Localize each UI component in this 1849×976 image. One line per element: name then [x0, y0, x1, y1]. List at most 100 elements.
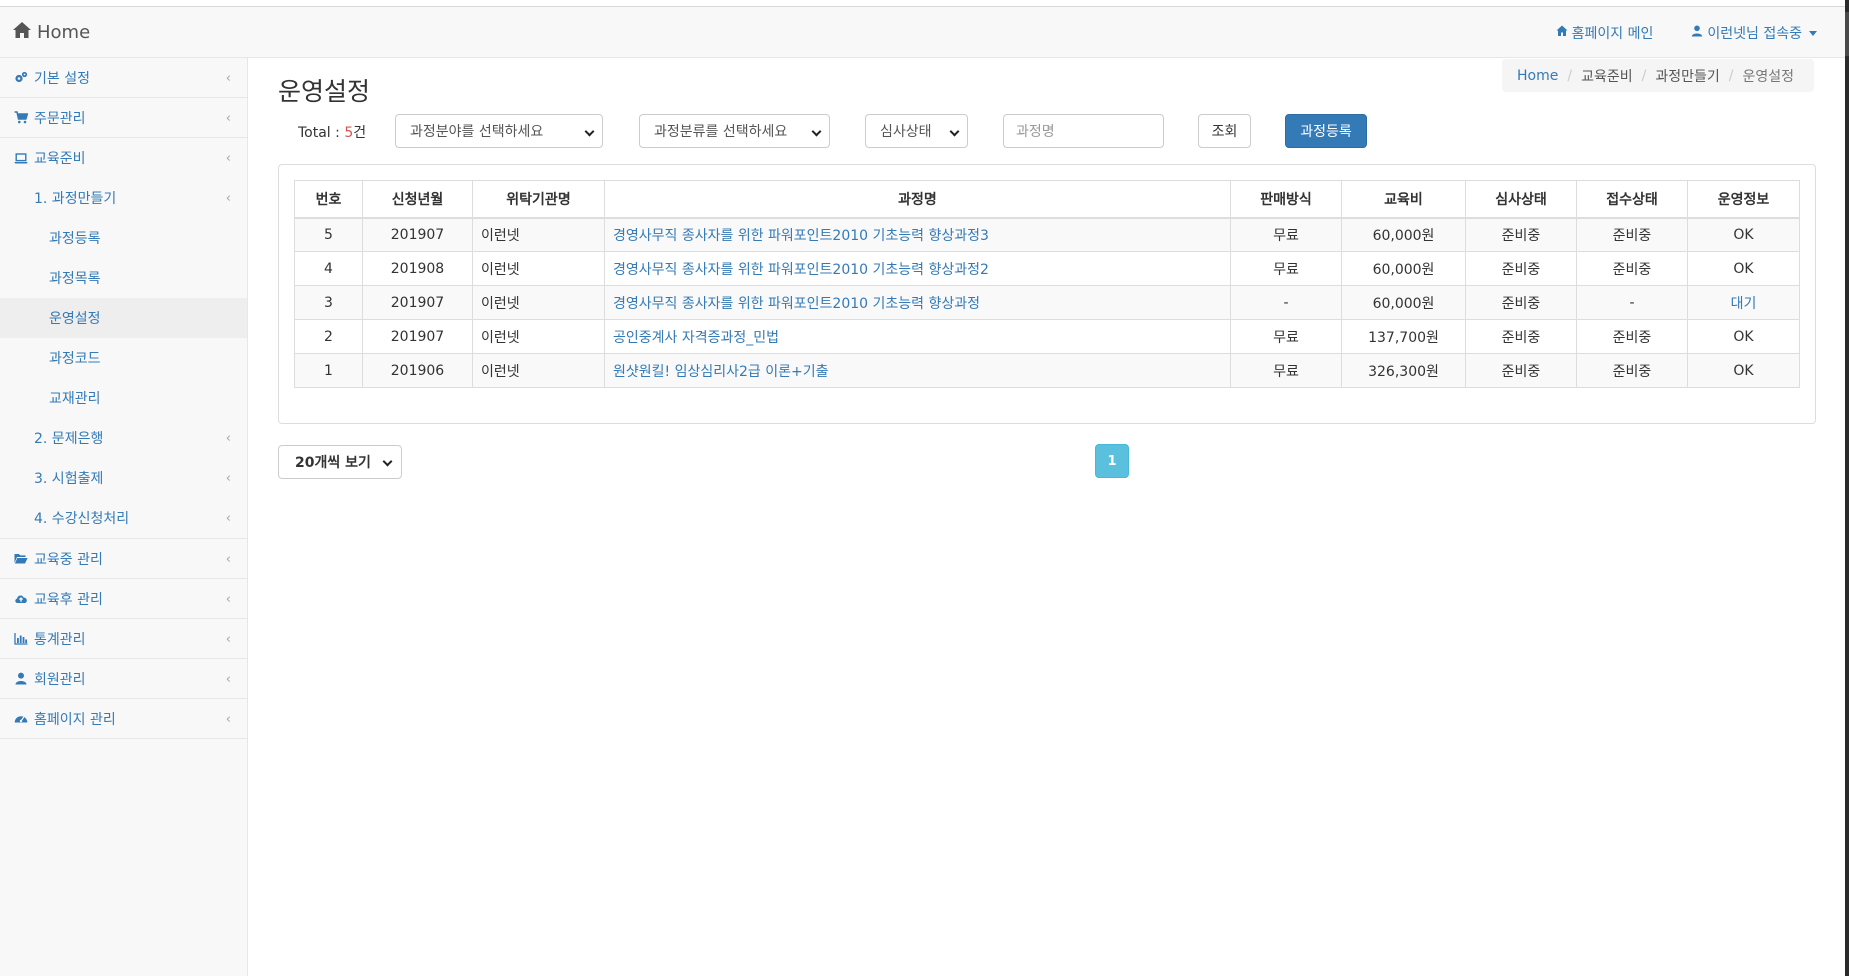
cell-operation-info: OK	[1687, 319, 1800, 354]
cell-operation-info: OK	[1687, 353, 1800, 388]
pagination-page-1[interactable]: 1	[1095, 444, 1129, 478]
breadcrumb-level2: 과정만들기	[1655, 68, 1720, 85]
column-header-operation-info: 운영정보	[1687, 180, 1800, 219]
table-row: 3 201907 이런넷 경영사무직 종사자를 위한 파워포인트2010 기초능…	[294, 285, 1800, 320]
gears-icon	[14, 71, 28, 84]
chevron-down-icon	[949, 126, 960, 137]
chevron-left-icon: ‹	[225, 71, 231, 86]
page-size-select[interactable]: 20개씩 보기	[278, 445, 402, 479]
chevron-left-icon: ‹	[225, 552, 231, 567]
cell-number: 5	[294, 217, 363, 252]
sidebar-item-homepage-mgmt[interactable]: 홈페이지 관리 ‹	[0, 699, 247, 739]
sidebar-label: 홈페이지 관리	[34, 711, 116, 728]
sidebar-item-course-making[interactable]: 1. 과정만들기 ‹	[0, 178, 247, 218]
total-count: Total : 5건	[298, 122, 366, 142]
cell-number: 3	[294, 285, 363, 320]
breadcrumb-home-link[interactable]: Home	[1517, 68, 1558, 84]
chevron-left-icon: ‹	[225, 672, 231, 687]
course-name-input[interactable]: 과정명	[1003, 114, 1164, 148]
sidebar: 기본 설정 ‹ 주문관리 ‹ 교육준비 ‹ 1. 과정만들기 ‹ 과정등록 과정…	[0, 58, 248, 976]
cell-fee: 326,300원	[1341, 353, 1466, 388]
sidebar-item-question-bank[interactable]: 2. 문제은행 ‹	[0, 418, 247, 458]
course-register-button[interactable]: 과정등록	[1285, 114, 1367, 148]
cell-reception-status: 준비중	[1576, 319, 1688, 354]
course-name-link[interactable]: 경영사무직 종사자를 위한 파워포인트2010 기초능력 향상과정	[604, 285, 1231, 320]
sidebar-item-course-register[interactable]: 과정등록	[0, 218, 247, 258]
cell-number: 1	[294, 353, 363, 388]
sidebar-item-basic-settings[interactable]: 기본 설정 ‹	[0, 58, 247, 98]
column-header-review-status: 심사상태	[1465, 180, 1577, 219]
brand-label: Home	[37, 22, 91, 43]
total-unit: 건	[353, 125, 367, 141]
caret-down-icon	[1809, 30, 1817, 36]
chevron-left-icon: ‹	[225, 111, 231, 126]
user-icon	[1691, 25, 1703, 41]
course-field-select[interactable]: 과정분야를 선택하세요	[395, 114, 603, 148]
cell-agency: 이런넷	[472, 319, 605, 354]
operation-info-link[interactable]: 대기	[1687, 285, 1800, 320]
column-header-course-name: 과정명	[604, 180, 1231, 219]
cell-month: 201906	[362, 353, 473, 388]
cell-reception-status: 준비중	[1576, 251, 1688, 286]
sidebar-item-exam-making[interactable]: 3. 시험출제 ‹	[0, 458, 247, 498]
cell-review-status: 준비중	[1465, 353, 1577, 388]
chevron-left-icon: ‹	[225, 511, 231, 526]
window-scrollbar[interactable]	[1845, 0, 1849, 976]
home-icon	[1556, 25, 1568, 41]
sidebar-item-enrollment[interactable]: 4. 수강신청처리 ‹	[0, 498, 247, 538]
cell-fee: 137,700원	[1341, 319, 1466, 354]
brand-home-link[interactable]: Home	[12, 21, 90, 44]
course-name-link[interactable]: 공인중계사 자격증과정_민법	[604, 319, 1231, 354]
column-header-reception-status: 접수상태	[1576, 180, 1688, 219]
sidebar-item-order-mgmt[interactable]: 주문관리 ‹	[0, 98, 247, 138]
course-name-link[interactable]: 경영사무직 종사자를 위한 파워포인트2010 기초능력 향상과정2	[604, 251, 1231, 286]
table-header-row: 번호 신청년월 위탁기관명 과정명 판매방식 교육비 심사상태 접수상태 운영정…	[294, 180, 1800, 219]
course-name-link[interactable]: 경영사무직 종사자를 위한 파워포인트2010 기초능력 향상과정3	[604, 217, 1231, 252]
sidebar-label: 2. 문제은행	[34, 431, 104, 447]
sidebar-item-during-edu[interactable]: 교육중 관리 ‹	[0, 539, 247, 579]
cell-month: 201907	[362, 285, 473, 320]
sidebar-group-edu-prep: 교육준비 ‹ 1. 과정만들기 ‹ 과정등록 과정목록 운영설정 과정코드 교재…	[0, 138, 247, 539]
chevron-down-icon	[811, 126, 822, 137]
sidebar-label: 3. 시험출제	[34, 471, 104, 487]
cell-fee: 60,000원	[1341, 251, 1466, 286]
course-category-select[interactable]: 과정분류를 선택하세요	[639, 114, 830, 148]
sidebar-item-statistics[interactable]: 통계관리 ‹	[0, 619, 247, 659]
home-icon	[12, 21, 32, 44]
breadcrumb-separator: /	[1641, 67, 1647, 84]
sidebar-label: 교재관리	[49, 391, 101, 407]
table-row: 1 201906 이런넷 원샷원킬! 임상심리사2급 이론+기출 무료 326,…	[294, 353, 1800, 388]
table-row: 4 201908 이런넷 경영사무직 종사자를 위한 파워포인트2010 기초능…	[294, 251, 1800, 286]
breadcrumb-separator: /	[1728, 67, 1734, 84]
homepage-main-link[interactable]: 홈페이지 메인	[1556, 23, 1654, 43]
sidebar-item-course-list[interactable]: 과정목록	[0, 258, 247, 298]
user-menu-dropdown[interactable]: 이런넷님 접속중	[1691, 23, 1817, 43]
top-navbar: Home 홈페이지 메인 이런넷님 접속중	[0, 7, 1845, 58]
total-count-number: 5	[344, 125, 354, 141]
sidebar-label: 과정코드	[49, 351, 101, 367]
sidebar-item-edu-prep[interactable]: 교육준비 ‹	[0, 138, 247, 178]
select-value: 과정분야를 선택하세요	[410, 124, 544, 140]
sidebar-item-after-edu[interactable]: 교육후 관리 ‹	[0, 579, 247, 619]
review-status-select[interactable]: 심사상태	[865, 114, 968, 148]
column-header-fee: 교육비	[1341, 180, 1466, 219]
cell-reception-status: 준비중	[1576, 217, 1688, 252]
user-status-label: 이런넷님 접속중	[1707, 26, 1802, 42]
search-button[interactable]: 조회	[1198, 114, 1251, 148]
laptop-icon	[14, 152, 28, 165]
cell-agency: 이런넷	[472, 217, 605, 252]
user-icon	[14, 672, 28, 685]
sidebar-item-textbook-mgmt[interactable]: 교재관리	[0, 378, 247, 418]
chevron-left-icon: ‹	[225, 431, 231, 446]
sidebar-item-operation-settings[interactable]: 운영설정	[0, 298, 247, 338]
cell-fee: 60,000원	[1341, 285, 1466, 320]
column-header-sales-type: 판매방식	[1230, 180, 1342, 219]
sidebar-item-members[interactable]: 회원관리 ‹	[0, 659, 247, 699]
homepage-main-label: 홈페이지 메인	[1571, 26, 1654, 42]
breadcrumb-level1: 교육준비	[1581, 68, 1633, 85]
sidebar-item-course-code[interactable]: 과정코드	[0, 338, 247, 378]
cell-agency: 이런넷	[472, 353, 605, 388]
cell-number: 4	[294, 251, 363, 286]
sidebar-label: 과정등록	[49, 231, 101, 247]
course-name-link[interactable]: 원샷원킬! 임상심리사2급 이론+기출	[604, 353, 1231, 388]
